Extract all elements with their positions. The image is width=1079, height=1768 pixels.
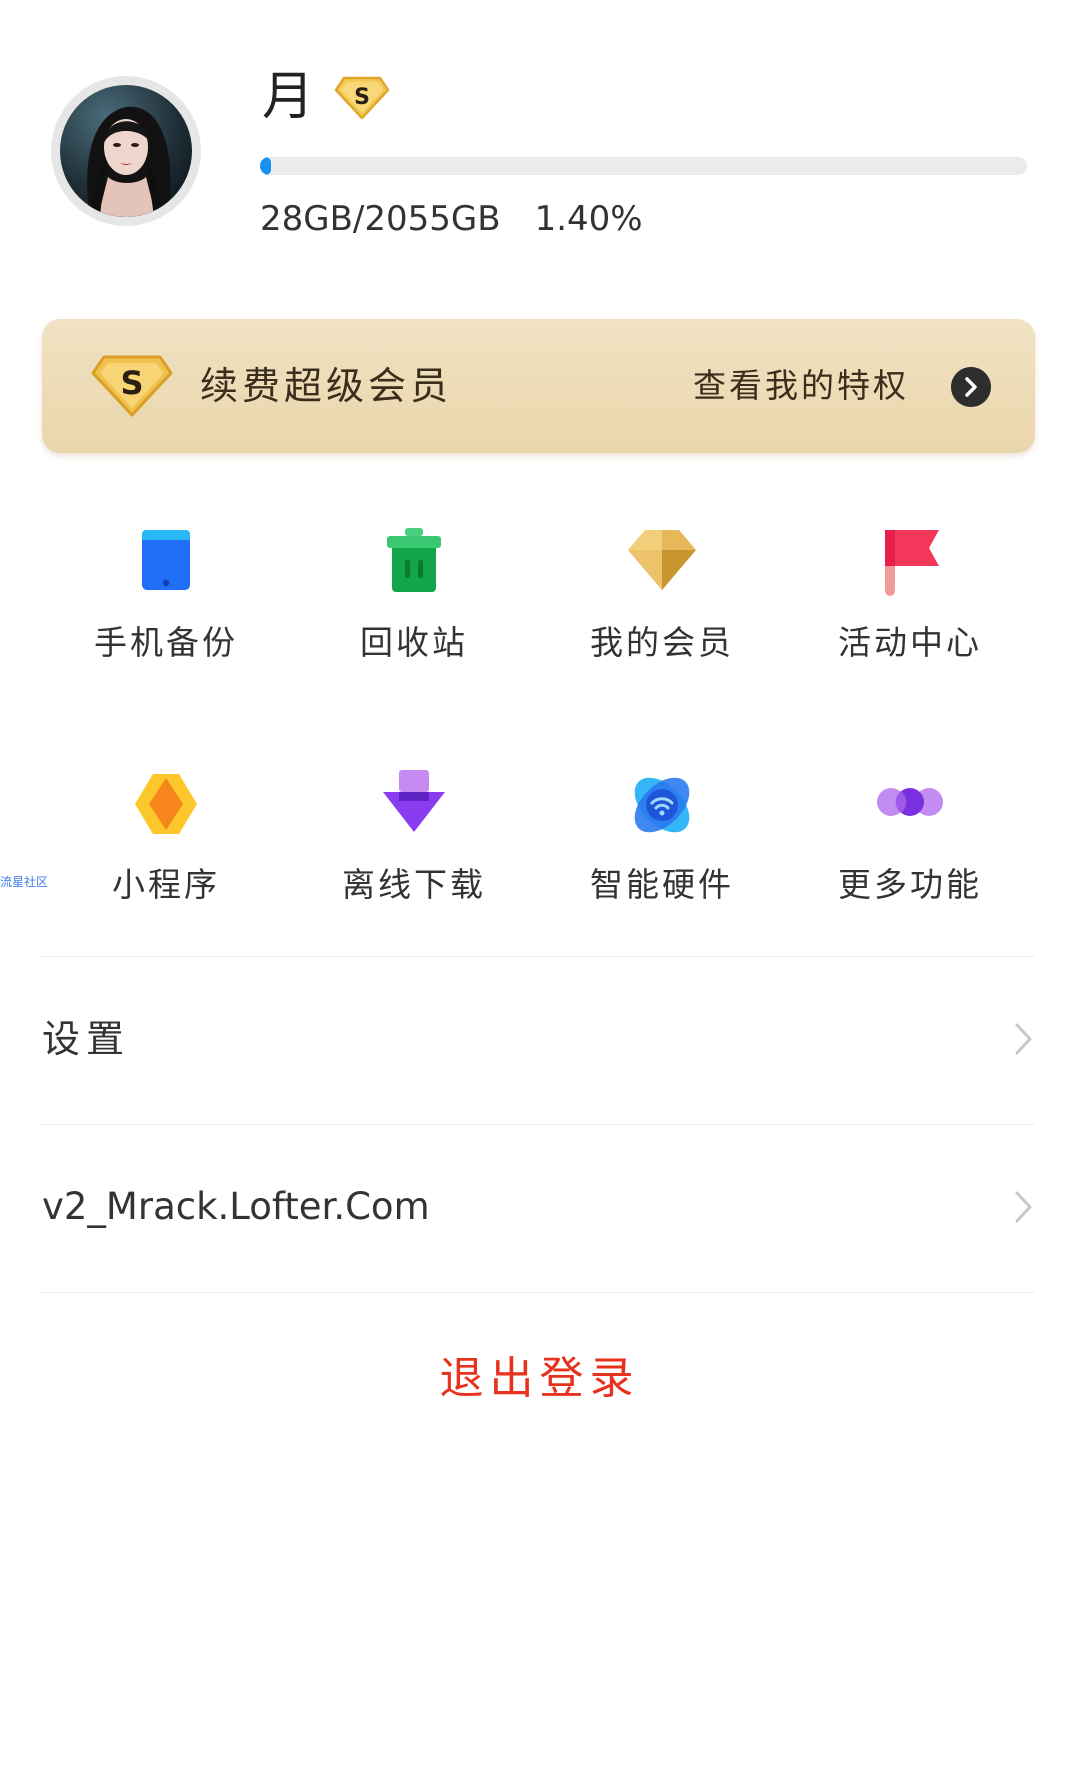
- storage-quota-bar: [260, 157, 1027, 175]
- storage-quota-text: 28GB/2055GB 1.40%: [260, 196, 643, 242]
- username: 月: [262, 67, 315, 127]
- vip-renewal-title: 续费超级会员: [200, 364, 453, 408]
- storage-percent: 1.40%: [534, 199, 643, 239]
- offline-download-icon: [383, 770, 445, 832]
- chevron-right-circle-icon[interactable]: [951, 367, 991, 407]
- settings-row[interactable]: 设置: [42, 957, 1035, 1125]
- smart-hardware-icon: [634, 777, 690, 833]
- storage-used-total: 28GB/2055GB: [260, 199, 501, 239]
- watermark-text: 流星社区: [0, 875, 49, 889]
- feature-label: 离线下载: [342, 865, 486, 904]
- avatar-image: [60, 85, 192, 217]
- recycle-bin-icon: [387, 528, 441, 592]
- feature-mini-program[interactable]: 小程序: [42, 770, 290, 950]
- feature-phone-backup[interactable]: 手机备份: [42, 528, 290, 708]
- flag-activity-icon: [885, 530, 939, 596]
- feature-label: 更多功能: [838, 865, 982, 904]
- settings-label: 设置: [42, 1017, 131, 1061]
- view-privileges-link[interactable]: 查看我的特权: [693, 361, 909, 411]
- feature-label: 我的会员: [590, 623, 734, 662]
- feature-activity-center[interactable]: 活动中心: [786, 528, 1034, 708]
- feature-my-membership[interactable]: 我的会员: [538, 528, 786, 708]
- feature-offline-download[interactable]: 离线下载: [290, 770, 538, 950]
- divider: [42, 1292, 1035, 1293]
- super-vip-s-badge-icon: S: [91, 355, 173, 417]
- mini-program-icon: [135, 774, 197, 834]
- logout-button[interactable]: 退出登录: [0, 1348, 1079, 1410]
- feature-more-functions[interactable]: 更多功能: [786, 770, 1034, 950]
- feature-label: 活动中心: [838, 623, 982, 662]
- more-features-icon: [877, 788, 943, 816]
- phone-backup-icon: [142, 530, 190, 590]
- storage-quota-fill: [260, 157, 271, 175]
- super-vip-badge-icon: S: [334, 76, 390, 120]
- chevron-right-icon: [1015, 1023, 1032, 1055]
- feature-smart-hardware[interactable]: 智能硬件: [538, 770, 786, 950]
- feature-label: 手机备份: [94, 623, 238, 662]
- feature-label: 小程序: [112, 865, 220, 904]
- svg-text:S: S: [120, 364, 143, 402]
- website-link-label: v2_Mrack.Lofter.Com: [42, 1185, 430, 1228]
- svg-text:S: S: [354, 85, 370, 110]
- feature-recycle-bin[interactable]: 回收站: [290, 528, 538, 708]
- feature-label: 智能硬件: [590, 865, 734, 904]
- diamond-membership-icon: [628, 530, 696, 590]
- chevron-right-icon: [1015, 1191, 1032, 1223]
- vip-renewal-banner[interactable]: S 续费超级会员 查看我的特权: [42, 319, 1035, 453]
- avatar[interactable]: [51, 76, 201, 226]
- website-link-row[interactable]: v2_Mrack.Lofter.Com: [42, 1125, 1035, 1293]
- feature-label: 回收站: [360, 623, 468, 662]
